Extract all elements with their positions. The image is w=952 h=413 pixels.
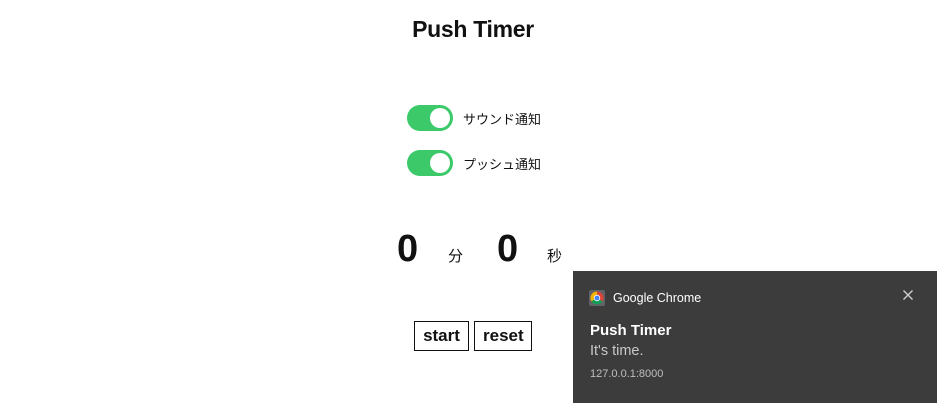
minutes-value: 0 (397, 228, 419, 270)
page-title: Push Timer (412, 16, 534, 42)
chrome-notification[interactable]: Google Chrome Push Timer It's time. 127.… (573, 271, 937, 403)
sound-notification-setting: サウンド通知 (407, 105, 541, 131)
notification-body: It's time. (590, 343, 644, 359)
push-notification-toggle[interactable] (407, 150, 453, 176)
notification-header: Google Chrome (589, 290, 701, 306)
chrome-icon (589, 290, 605, 306)
toggle-knob (430, 153, 450, 173)
reset-button[interactable]: reset (474, 321, 532, 351)
toggle-knob (430, 108, 450, 128)
minutes-unit: 分 (448, 247, 464, 265)
notification-title: Push Timer (590, 322, 672, 339)
push-notification-label: プッシュ通知 (463, 157, 542, 173)
seconds-unit: 秒 (547, 247, 563, 265)
notification-origin: 127.0.0.1:8000 (590, 368, 664, 380)
start-button[interactable]: start (414, 321, 469, 351)
push-timer-page: Push Timer サウンド通知 プッシュ通知 0 分 0 秒 start r… (0, 0, 952, 413)
sound-notification-toggle[interactable] (407, 105, 453, 131)
close-icon[interactable] (899, 286, 917, 304)
notification-app-name: Google Chrome (613, 291, 702, 305)
push-notification-setting: プッシュ通知 (407, 150, 541, 176)
sound-notification-label: サウンド通知 (463, 112, 542, 128)
seconds-value: 0 (497, 228, 519, 270)
